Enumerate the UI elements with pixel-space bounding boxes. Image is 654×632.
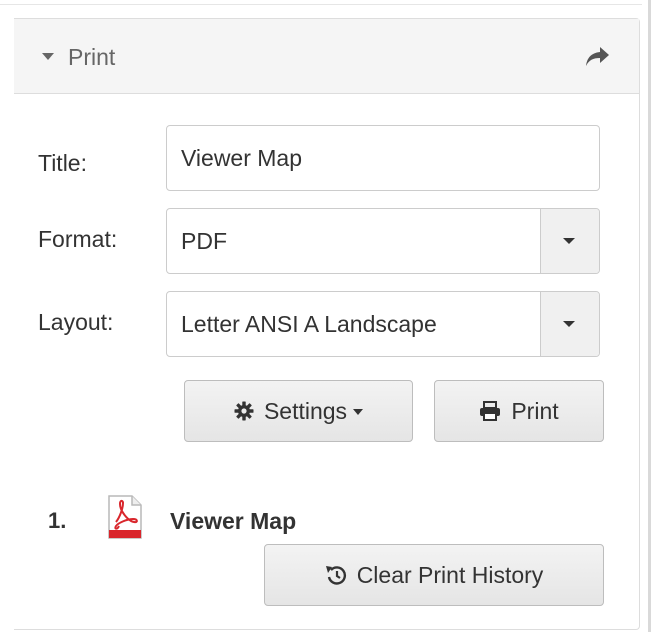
- format-label: Format:: [38, 226, 118, 252]
- chevron-down-icon: [563, 238, 575, 244]
- clear-print-history-button[interactable]: Clear Print History: [264, 544, 604, 606]
- share-icon[interactable]: [584, 45, 610, 69]
- format-dropdown-toggle[interactable]: [540, 209, 599, 273]
- gear-icon: [234, 401, 254, 421]
- title-label: Title:: [38, 150, 87, 176]
- history-item-title[interactable]: Viewer Map: [170, 507, 296, 535]
- caret-down-icon[interactable]: [42, 53, 54, 60]
- settings-button[interactable]: Settings: [184, 380, 413, 442]
- print-button[interactable]: Print: [434, 380, 604, 442]
- panel-title: Print: [68, 44, 116, 70]
- print-widget: Print Title: Format: PDF Layout: Letter …: [0, 0, 654, 632]
- clear-print-history-label: Clear Print History: [356, 562, 544, 588]
- format-select[interactable]: PDF: [166, 208, 600, 274]
- history-icon: [325, 566, 346, 585]
- layout-label: Layout:: [38, 309, 114, 335]
- layout-select[interactable]: Letter ANSI A Landscape: [166, 291, 600, 357]
- history-item-index: 1.: [48, 508, 67, 533]
- chevron-down-icon: [563, 321, 575, 327]
- layout-dropdown-toggle[interactable]: [540, 292, 599, 356]
- print-button-label: Print: [511, 398, 559, 424]
- top-divider: [0, 4, 642, 5]
- pdf-file-icon[interactable]: [106, 495, 144, 539]
- panel-header[interactable]: Print: [14, 19, 639, 94]
- format-select-value: PDF: [181, 228, 227, 254]
- vertical-divider[interactable]: [648, 0, 651, 632]
- title-input[interactable]: [166, 125, 600, 191]
- caret-down-icon: [353, 409, 364, 415]
- settings-button-label: Settings: [263, 398, 348, 424]
- print-panel: Print Title: Format: PDF Layout: Letter …: [14, 18, 640, 630]
- printer-icon: [480, 401, 501, 421]
- layout-select-value: Letter ANSI A Landscape: [181, 311, 437, 337]
